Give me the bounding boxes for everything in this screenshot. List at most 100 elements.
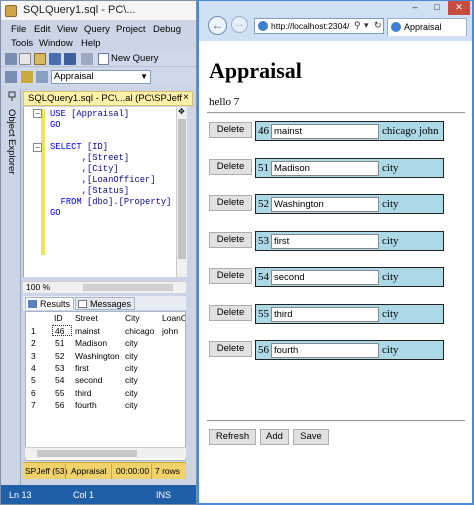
menu-edit[interactable]: Edit <box>34 24 50 35</box>
grid-cell[interactable]: 56 <box>55 400 64 411</box>
refresh-icon[interactable]: ↻ <box>374 20 382 31</box>
scrollbar-thumb[interactable] <box>37 450 137 457</box>
tab-results[interactable]: Results <box>25 297 75 310</box>
object-explorer-tab[interactable]: Object Explorer <box>3 89 21 501</box>
chevron-down-icon[interactable]: ▼ <box>140 71 148 83</box>
maximize-icon[interactable]: □ <box>426 1 448 15</box>
editor-horizontal-scrollbar[interactable] <box>83 284 173 291</box>
connect-icon[interactable] <box>21 71 33 83</box>
database-select[interactable]: Appraisal ▼ <box>51 70 151 84</box>
address-bar[interactable]: http://localhost:2304/ ⚲ ▾ ↻ <box>254 18 384 34</box>
save-icon[interactable] <box>49 53 61 65</box>
split-icon[interactable]: ✥ <box>177 107 186 117</box>
grid-row-number[interactable]: 7 <box>31 400 36 411</box>
grid-horizontal-scrollbar[interactable] <box>25 447 186 458</box>
menu-project[interactable]: Project <box>116 24 146 35</box>
street-input[interactable]: third <box>271 306 379 322</box>
collapse-icon[interactable]: − <box>33 109 42 118</box>
delete-button[interactable]: Delete <box>209 304 252 321</box>
street-input[interactable]: mainst <box>271 124 379 139</box>
grid-cell[interactable]: 54 <box>55 375 64 386</box>
grid-cell[interactable]: mainst <box>75 326 100 337</box>
collapse-icon[interactable]: − <box>33 143 42 152</box>
grid-column-header[interactable]: Street <box>75 312 98 324</box>
grid-row-number[interactable]: 3 <box>31 351 36 362</box>
grid-cell[interactable]: city <box>125 375 138 386</box>
add-button[interactable]: Add <box>260 429 289 445</box>
grid-row-number[interactable]: 6 <box>31 388 36 399</box>
save-all-icon[interactable] <box>64 53 76 65</box>
zoom-level[interactable]: 100 % <box>26 282 50 292</box>
street-input[interactable]: Madison <box>271 160 379 176</box>
undo-icon[interactable] <box>81 53 93 65</box>
editor-vertical-scrollbar[interactable] <box>176 107 187 277</box>
close-icon[interactable]: × <box>183 92 189 103</box>
search-icon[interactable]: ⚲ <box>354 20 361 31</box>
new-project-icon[interactable] <box>19 53 31 65</box>
grid-cell[interactable]: Washington <box>75 351 120 362</box>
menu-query[interactable]: Query <box>84 24 110 35</box>
grid-cell[interactable]: third <box>75 388 92 399</box>
pin-icon[interactable] <box>7 91 17 101</box>
open-file-icon[interactable] <box>34 53 46 65</box>
grid-column-header[interactable]: ID <box>54 312 63 324</box>
results-grid[interactable]: ID Street City LoanO 1 46 mainst chicago joh… <box>25 311 186 461</box>
grid-row-number[interactable]: 2 <box>31 338 36 349</box>
minimize-icon[interactable]: – <box>404 1 426 15</box>
web-page: Appraisal hello 7 Delete 46 mainst chicago … <box>199 42 472 503</box>
forward-button[interactable]: → <box>231 16 248 33</box>
grid-cell[interactable]: city <box>125 338 138 349</box>
grid-cell[interactable]: city <box>125 388 138 399</box>
menu-tools[interactable]: Tools <box>11 38 33 49</box>
grid-cell[interactable]: john <box>162 326 178 337</box>
menu-window[interactable]: Window <box>39 38 73 49</box>
menu-help[interactable]: Help <box>81 38 101 49</box>
grid-cell[interactable]: 55 <box>55 388 64 399</box>
grid-cell[interactable]: 51 <box>55 338 64 349</box>
grid-cell[interactable]: 52 <box>55 351 64 362</box>
menu-view[interactable]: View <box>57 24 77 35</box>
grid-cell[interactable]: fourth <box>75 400 97 411</box>
grid-cell[interactable]: city <box>125 351 138 362</box>
delete-button[interactable]: Delete <box>209 231 252 248</box>
new-query-icon[interactable] <box>98 53 109 65</box>
street-input[interactable]: Washington <box>271 197 379 212</box>
new-query-button[interactable]: New Query <box>111 53 159 64</box>
grid-cell[interactable]: city <box>125 363 138 374</box>
grid-cell[interactable]: first <box>75 363 89 374</box>
delete-button[interactable]: Delete <box>209 195 252 211</box>
grid-cell[interactable]: 46 <box>55 326 64 337</box>
grid-row-number[interactable]: 5 <box>31 375 36 386</box>
delete-button[interactable]: Delete <box>209 341 252 357</box>
scrollbar-thumb[interactable] <box>178 119 186 259</box>
back-button[interactable]: ← <box>208 16 227 35</box>
street-input[interactable]: first <box>271 233 379 249</box>
grid-column-header[interactable]: LoanO <box>162 312 185 324</box>
street-input[interactable]: fourth <box>271 343 379 358</box>
grid-cell[interactable]: Madison <box>75 338 107 349</box>
grid-cell[interactable]: 53 <box>55 363 64 374</box>
save-button[interactable]: Save <box>293 429 329 445</box>
divider <box>207 420 465 422</box>
grid-column-header[interactable]: City <box>125 312 140 324</box>
menu-file[interactable]: File <box>11 24 26 35</box>
grid-cell[interactable]: city <box>125 400 138 411</box>
grid-row-number[interactable]: 1 <box>31 326 36 337</box>
grid-row-number[interactable]: 4 <box>31 363 36 374</box>
address-bar-url[interactable]: http://localhost:2304/ <box>271 21 351 31</box>
street-input[interactable]: second <box>271 270 379 285</box>
refresh-button[interactable]: Refresh <box>209 429 256 445</box>
grid-cell[interactable]: chicago <box>125 326 154 337</box>
delete-button[interactable]: Delete <box>209 158 252 175</box>
menu-debug[interactable]: Debug <box>153 24 181 35</box>
delete-button[interactable]: Delete <box>209 268 252 284</box>
change-connection-icon[interactable] <box>36 71 48 83</box>
chevron-down-icon[interactable]: ▾ <box>364 20 369 31</box>
query-editor[interactable]: − − USE [Appraisal] GO SELECT [ID] ,[Str… <box>23 107 186 277</box>
grid-cell[interactable]: second <box>75 375 102 386</box>
close-icon[interactable]: ✕ <box>448 1 470 15</box>
browser-tab[interactable]: Appraisal <box>387 18 467 36</box>
delete-button[interactable]: Delete <box>209 122 252 138</box>
query-document-tab[interactable]: SQLQuery1.sql - PC\...al (PC\SPJeff × <box>23 91 193 106</box>
tab-messages[interactable]: Messages <box>75 297 136 310</box>
